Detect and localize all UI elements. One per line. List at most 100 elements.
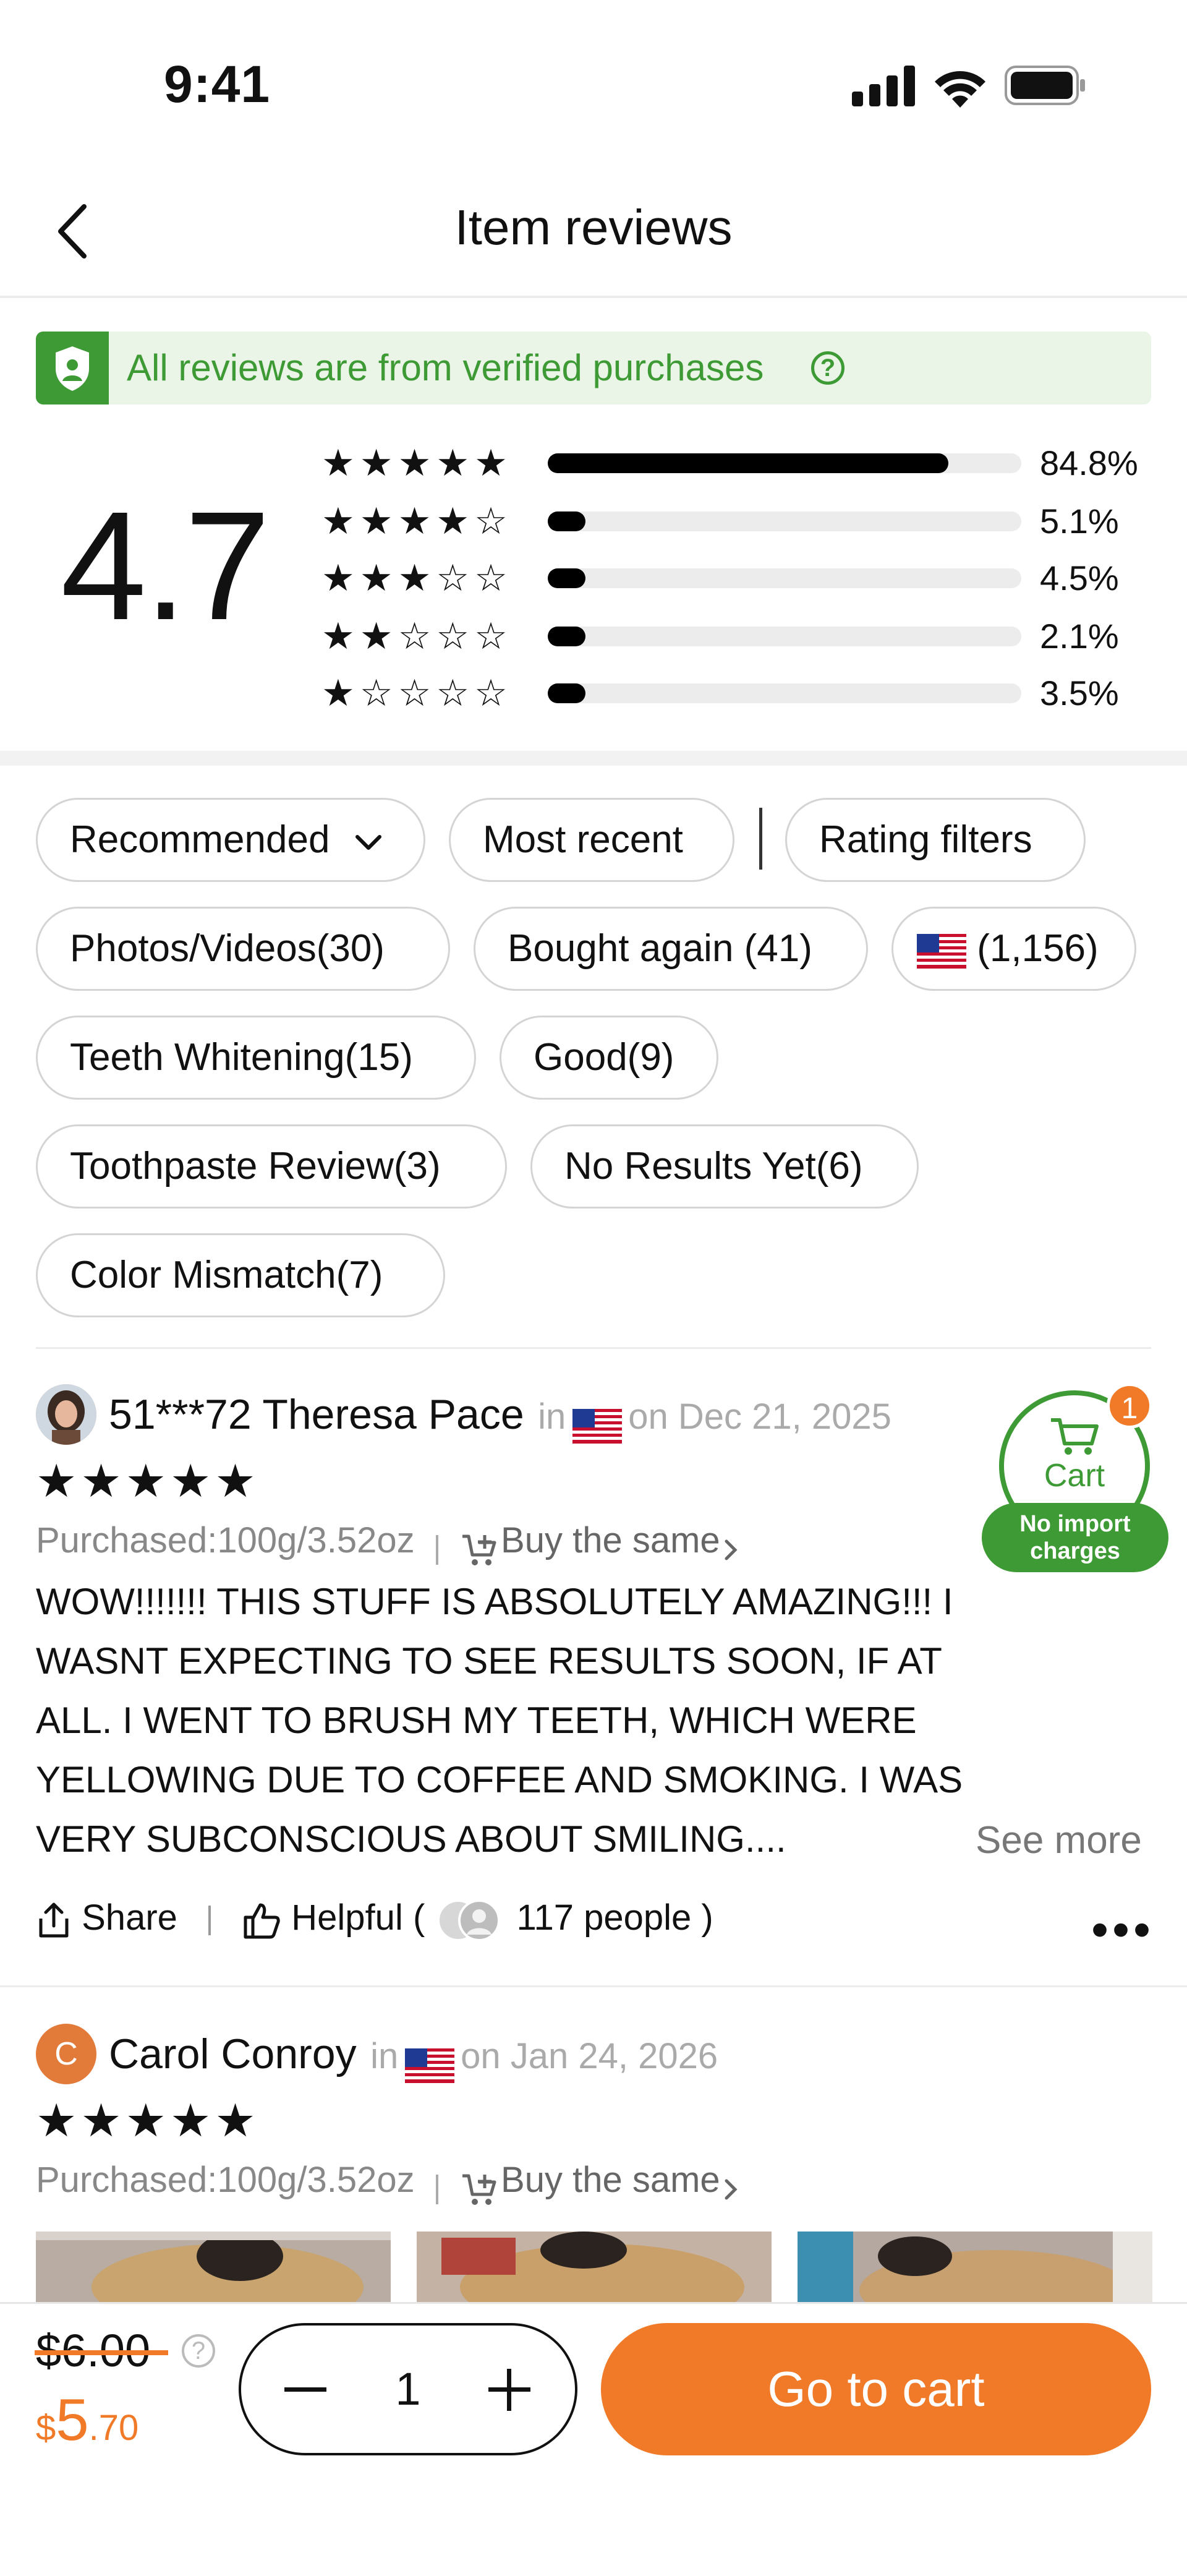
share-button[interactable]: Share [36, 1898, 187, 1938]
average-rating: 4.7 [61, 479, 271, 652]
cellular-signal-icon [852, 66, 915, 106]
helpful-button[interactable]: Helpful ( 117 people ) [242, 1898, 713, 1941]
filter-rating-filters[interactable]: Rating filters [785, 798, 1086, 882]
filters-divider [36, 1347, 1151, 1349]
review-actions: Share Helpful ( 117 people ) [36, 1896, 713, 1942]
price-currency: $ [36, 2408, 56, 2448]
review-header: 51***72 Theresa Pace in on Dec 21, 2025 [109, 1384, 891, 1445]
avatar[interactable] [36, 1384, 96, 1445]
review-stars: ★★★★★ [36, 2095, 260, 2146]
rating-row-percent: 5.1% [1040, 502, 1119, 541]
purchased-variant: Purchased:100g/3.52oz [36, 1520, 415, 1560]
helpful-label: Helpful ( [291, 1898, 425, 1938]
us-flag-icon [404, 2048, 454, 2083]
review-photo[interactable] [798, 2232, 1152, 2306]
us-flag-icon [572, 1408, 622, 1444]
price-cents: .70 [88, 2408, 139, 2448]
cart-count-badge: 1 [1107, 1383, 1152, 1429]
review-header: Carol Conroy in on Jan 24, 2026 [109, 2024, 718, 2084]
buy-same-link[interactable]: Buy the same [460, 1520, 739, 1565]
battery-icon [1005, 66, 1085, 105]
rating-row-stars: ★★☆☆☆ [321, 615, 513, 657]
see-more-link[interactable]: See more [976, 1818, 1142, 1862]
verified-banner-text: All reviews are from verified purchases [127, 347, 764, 388]
rating-bar-track [548, 683, 1021, 703]
rating-bar-track [548, 453, 1021, 473]
helpful-avatars [437, 1899, 501, 1941]
header-divider [0, 296, 1187, 298]
chevron-right-icon [725, 1539, 738, 1560]
share-icon [39, 1902, 69, 1938]
plus-icon[interactable] [486, 2366, 533, 2413]
cart-plus-icon [462, 2174, 496, 2205]
buy-same-label: Buy the same [501, 1520, 720, 1560]
rating-bar-track [548, 568, 1021, 588]
chip-toothpaste-review[interactable]: Toothpaste Review(3) [36, 1124, 507, 1209]
price-help-icon[interactable]: ? [182, 2334, 215, 2368]
review-divider [0, 1985, 1187, 1987]
verified-shield-icon [36, 332, 109, 404]
rating-row-percent: 84.8% [1040, 443, 1138, 482]
cart-plus-icon [462, 1534, 496, 1565]
review-stars: ★★★★★ [36, 1455, 260, 1507]
helpful-count: 117 people [516, 1898, 692, 1938]
rating-bar-fill [548, 627, 586, 646]
buy-same-link[interactable]: Buy the same [460, 2160, 739, 2205]
avatar[interactable]: C [36, 2024, 96, 2084]
separator [436, 2174, 439, 2204]
rating-row-stars: ★★★☆☆ [321, 557, 513, 599]
purchase-info: Purchased:100g/3.52oz Buy the same [36, 1519, 739, 1572]
wifi-icon [935, 71, 985, 108]
no-import-charges-badge: No import charges [982, 1503, 1168, 1572]
cart-icon [1051, 1418, 1099, 1455]
rating-bar-fill [548, 568, 586, 588]
chip-teeth-whitening[interactable]: Teeth Whitening(15) [36, 1016, 476, 1100]
separator [208, 1905, 211, 1935]
section-divider [0, 751, 1187, 766]
thumbs-up-icon [244, 1903, 280, 1939]
minus-icon[interactable] [282, 2375, 329, 2403]
share-label: Share [82, 1898, 177, 1938]
go-to-cart-button[interactable]: Go to cart [601, 2323, 1151, 2455]
rating-bar-fill [548, 453, 948, 473]
review-date: on Jan 24, 2026 [461, 2036, 718, 2076]
current-price: $5.70 [36, 2386, 138, 2454]
chip-good[interactable]: Good(9) [500, 1016, 718, 1100]
chevron-right-icon [725, 2179, 738, 2200]
chevron-down-icon [355, 834, 381, 850]
filter-separator [759, 808, 762, 870]
review-photo[interactable] [36, 2232, 391, 2306]
buy-same-label: Buy the same [501, 2160, 720, 2200]
chip-bought-again[interactable]: Bought again (41) [474, 907, 868, 991]
rating-row-percent: 4.5% [1040, 558, 1119, 597]
price-strikethrough [35, 2350, 168, 2355]
rating-row-percent: 2.1% [1040, 617, 1119, 656]
review-date: on Dec 21, 2025 [628, 1397, 891, 1437]
reviewer-name[interactable]: Carol Conroy [109, 2030, 357, 2077]
verified-help-icon[interactable]: ? [811, 351, 845, 385]
sort-dropdown-label: Recommended [70, 818, 330, 861]
rating-bar-fill [548, 511, 586, 531]
cart-label: Cart [1044, 1458, 1105, 1494]
page-title: Item reviews [454, 200, 733, 255]
filter-most-recent[interactable]: Most recent [449, 798, 734, 882]
more-options-icon[interactable]: ••• [1091, 1905, 1154, 1954]
rating-row-stars: ★★★★★ [321, 442, 513, 484]
chip-us-reviews-count: (1,156) [977, 927, 1099, 970]
review-in-label: in [370, 2036, 399, 2076]
rating-bar-track [548, 511, 1021, 531]
chip-us-reviews[interactable]: (1,156) [891, 907, 1136, 991]
chip-no-results-yet[interactable]: No Results Yet(6) [530, 1124, 919, 1209]
review-body: WOW!!!!!!! THIS STUFF IS ABSOLUTELY AMAZ… [36, 1581, 963, 1860]
review-photo[interactable] [417, 2232, 772, 2306]
sort-dropdown[interactable]: Recommended [36, 798, 425, 882]
rating-row-stars: ★★★★☆ [321, 500, 513, 542]
helpful-close: ) [701, 1898, 713, 1938]
reviewer-name[interactable]: 51***72 Theresa Pace [109, 1391, 524, 1438]
chip-color-mismatch[interactable]: Color Mismatch(7) [36, 1233, 445, 1317]
status-time: 9:41 [164, 55, 271, 113]
separator [436, 1534, 439, 1565]
chip-photos-videos[interactable]: Photos/Videos(30) [36, 907, 450, 991]
rating-bar-fill [548, 683, 586, 703]
price-whole: 5 [56, 2387, 89, 2453]
